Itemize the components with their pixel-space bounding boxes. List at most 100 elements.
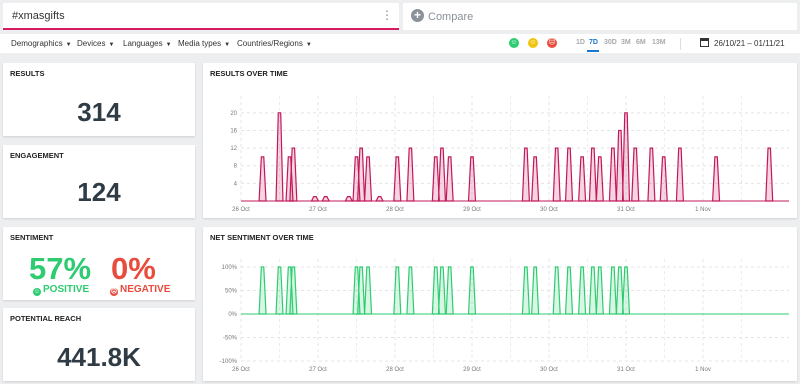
potential-reach-card: POTENTIAL REACH 441.8K: [3, 308, 195, 381]
data-spike[interactable]: [564, 266, 574, 315]
filter-media-types[interactable]: Media types ▼: [178, 39, 230, 48]
data-spike[interactable]: [552, 147, 561, 202]
x-tick-label: 30 Oct: [540, 207, 558, 213]
more-options-icon[interactable]: ⋮: [381, 8, 393, 22]
card-title: SENTIMENT: [10, 233, 54, 242]
caret-down-icon: ▼: [305, 42, 312, 48]
x-tick-label: 31 Oct: [617, 207, 635, 213]
x-tick-label: 26 Oct: [232, 207, 250, 213]
data-spike[interactable]: [357, 147, 366, 202]
data-spike[interactable]: [631, 147, 640, 202]
negative-face-icon: ☹: [110, 288, 118, 296]
data-spike[interactable]: [437, 147, 447, 202]
data-spike[interactable]: [595, 156, 604, 202]
data-spike[interactable]: [310, 195, 320, 202]
range-13m[interactable]: 13M: [652, 39, 666, 46]
data-spike[interactable]: [393, 266, 402, 315]
data-spike[interactable]: [531, 266, 540, 315]
data-spike[interactable]: [765, 147, 774, 202]
x-tick-label: 28 Oct: [386, 207, 404, 213]
data-spike[interactable]: [621, 112, 631, 202]
data-spike[interactable]: [431, 266, 440, 315]
range-7d[interactable]: 7D: [589, 39, 598, 46]
data-spike[interactable]: [564, 147, 574, 202]
data-spike[interactable]: [578, 266, 587, 315]
data-spike[interactable]: [675, 147, 684, 202]
negative-label: ☹ NEGATIVE: [110, 284, 170, 296]
data-spike[interactable]: [445, 156, 454, 202]
range-6m[interactable]: 6M: [636, 39, 646, 46]
active-range-indicator: [587, 50, 599, 52]
data-spike[interactable]: [711, 156, 721, 202]
range-30d[interactable]: 30D: [604, 39, 617, 46]
data-spike[interactable]: [608, 266, 618, 315]
data-spike[interactable]: [621, 266, 631, 315]
x-tick-label: 27 Oct: [309, 207, 327, 213]
y-tick-label: 16: [230, 128, 237, 134]
data-spike[interactable]: [445, 266, 454, 315]
data-spike[interactable]: [608, 147, 618, 202]
y-tick-label: -50%: [223, 336, 238, 342]
calendar-icon[interactable]: [700, 38, 709, 47]
caret-down-icon: ▼: [165, 42, 172, 48]
data-spike[interactable]: [375, 195, 385, 202]
data-spike[interactable]: [289, 147, 298, 202]
data-spike[interactable]: [275, 112, 284, 202]
data-spike[interactable]: [578, 156, 587, 202]
data-spike[interactable]: [588, 266, 597, 315]
negative-text: NEGATIVE: [120, 284, 171, 295]
data-spike[interactable]: [521, 266, 530, 315]
x-tick-label: 30 Oct: [540, 367, 558, 373]
data-spike[interactable]: [363, 156, 373, 202]
search-input[interactable]: #xmasgifts ⋮: [3, 3, 399, 30]
data-spike[interactable]: [467, 266, 477, 315]
data-spike[interactable]: [615, 266, 624, 315]
data-spike[interactable]: [363, 266, 373, 315]
filter-bar: Demographics ▼ Devices ▼ Languages ▼ Media …: [0, 34, 800, 53]
data-spike[interactable]: [467, 156, 477, 202]
sentiment-card: SENTIMENT 57% ☺ POSITIVE 0% ☹ NEGATIVE: [3, 227, 195, 300]
y-tick-label: 12: [230, 146, 237, 152]
card-title: RESULTS: [10, 69, 45, 78]
compare-button[interactable]: + Compare: [403, 3, 797, 30]
engagement-value: 124: [77, 177, 121, 207]
data-spike[interactable]: [659, 156, 668, 202]
range-1d[interactable]: 1D: [576, 39, 585, 46]
engagement-card: ENGAGEMENT 124: [3, 145, 195, 218]
filter-demographics[interactable]: Demographics ▼: [11, 39, 72, 48]
data-spike[interactable]: [258, 266, 267, 315]
data-spike[interactable]: [357, 266, 366, 315]
search-query[interactable]: #xmasgifts: [12, 10, 65, 22]
y-tick-label: 50%: [225, 289, 238, 295]
data-spike[interactable]: [437, 266, 447, 315]
positive-percentage: 57%: [29, 251, 92, 286]
negative-face-icon[interactable]: ☹: [547, 38, 557, 48]
y-tick-label: 0%: [228, 312, 237, 318]
positive-text: POSITIVE: [43, 284, 90, 295]
neutral-face-icon[interactable]: ☺: [528, 38, 538, 48]
range-3m[interactable]: 3M: [621, 39, 631, 46]
data-spike[interactable]: [531, 156, 540, 202]
data-spike[interactable]: [258, 156, 267, 202]
data-spike[interactable]: [521, 147, 530, 202]
card-title: ENGAGEMENT: [10, 151, 64, 160]
net-sentiment-card: NET SENTIMENT OVER TIME 26 Oct 27 Oct 28 O…: [203, 227, 797, 381]
filter-devices[interactable]: Devices ▼: [77, 39, 114, 48]
data-spike[interactable]: [552, 266, 561, 315]
results-value: 314: [77, 97, 121, 127]
data-spike[interactable]: [406, 147, 415, 202]
filter-languages[interactable]: Languages ▼: [123, 39, 172, 48]
y-tick-label: -100%: [220, 359, 238, 365]
date-range[interactable]: 26/10/21 – 01/11/21: [714, 39, 785, 48]
data-spike[interactable]: [406, 266, 415, 315]
data-spike[interactable]: [595, 266, 604, 315]
filter-countries-regions[interactable]: Countries/Regions ▼: [237, 39, 312, 48]
data-spike[interactable]: [321, 195, 331, 202]
data-spike[interactable]: [647, 147, 656, 202]
positive-face-icon[interactable]: ☺: [509, 38, 519, 48]
filter-label: Languages: [123, 39, 163, 48]
data-spike[interactable]: [344, 195, 354, 202]
plus-icon: +: [411, 9, 424, 22]
data-spike[interactable]: [275, 266, 284, 315]
data-spike[interactable]: [588, 147, 597, 202]
